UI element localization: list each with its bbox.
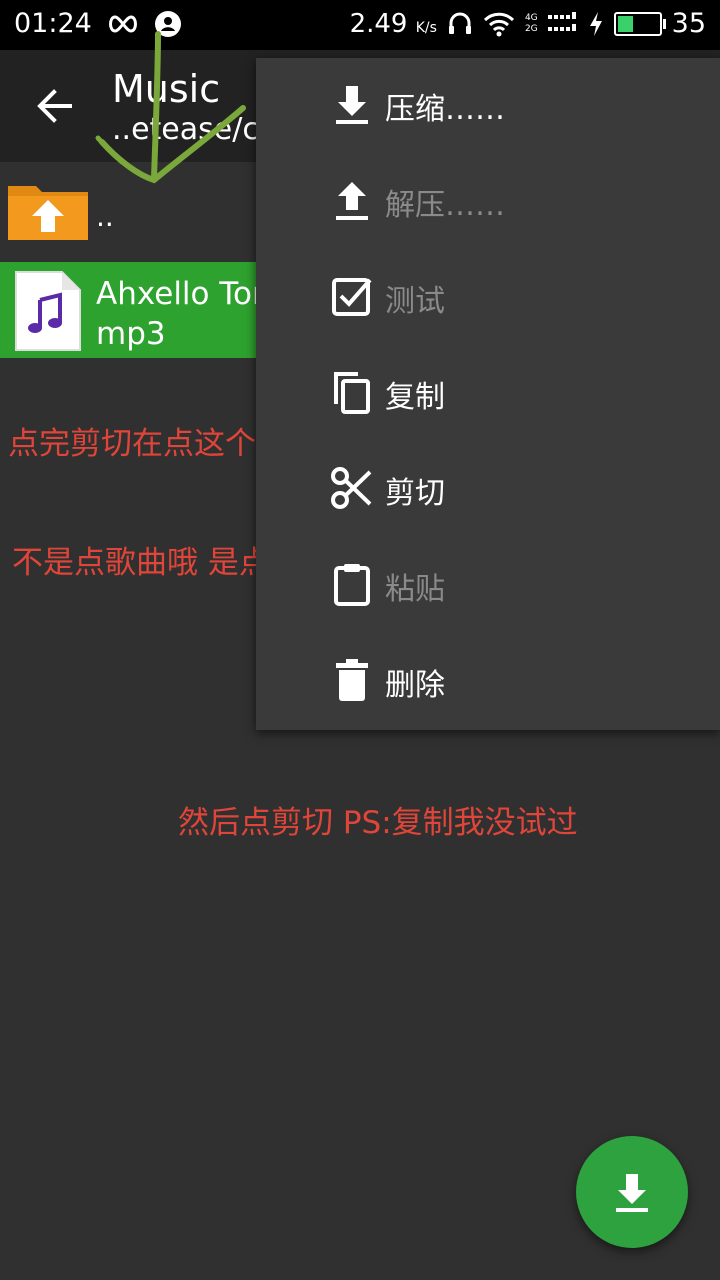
annotation-note-1: 点完剪切在点这个 — [8, 426, 256, 462]
clipboard-icon — [334, 564, 370, 606]
menu-label: 剪切 — [385, 476, 445, 511]
menu-item-paste[interactable]: 粘贴 — [256, 538, 720, 634]
battery-icon — [613, 11, 666, 36]
network-top: 4G — [524, 12, 538, 23]
menu-label: 压缩…… — [385, 92, 505, 127]
annotation-arrow — [95, 31, 246, 184]
wifi-icon — [483, 12, 514, 36]
menu-label: 测试 — [385, 284, 445, 319]
menu-item-test[interactable]: 测试 — [256, 250, 720, 346]
menu-label: 复制 — [385, 380, 445, 415]
music-file-icon — [15, 271, 81, 351]
trash-icon — [336, 659, 368, 701]
file-name-line1: Ahxello Tor — [96, 276, 265, 312]
file-name-line2: mp3 — [96, 316, 166, 352]
menu-label: 解压…… — [385, 188, 505, 223]
annotation-note-3: 然后点剪切 PS:复制我没试过 — [178, 805, 578, 841]
checkbox-icon — [332, 278, 372, 316]
back-arrow-icon[interactable] — [30, 80, 82, 132]
menu-item-copy[interactable]: 复制 — [256, 346, 720, 442]
net-speed-value: 2.49 — [349, 8, 408, 39]
upload-icon — [336, 182, 368, 220]
clock: 01:24 — [14, 8, 92, 39]
menu-item-compress[interactable]: 压缩…… — [256, 58, 720, 154]
battery-level — [617, 15, 634, 32]
menu-label: 粘贴 — [385, 572, 445, 607]
net-speed-unit: K/s — [415, 19, 437, 36]
folder-up-icon — [8, 186, 88, 240]
headset-icon — [448, 12, 471, 34]
download-icon — [616, 1174, 648, 1212]
battery-percent: 35 — [671, 8, 706, 39]
signal-bars-icon — [547, 11, 576, 31]
download-icon — [336, 86, 368, 124]
scissors-icon — [331, 467, 372, 509]
parent-directory-label: .. — [96, 200, 114, 233]
menu-item-extract[interactable]: 解压…… — [256, 154, 720, 250]
file-name: Ahxello Tor mp3 — [96, 274, 265, 354]
charging-icon — [589, 11, 602, 36]
signal-icon: 4G 2G — [525, 13, 538, 35]
menu-item-cut[interactable]: 剪切 — [256, 442, 720, 538]
extract-fab[interactable] — [576, 1136, 688, 1248]
menu-item-delete[interactable]: 删除 — [256, 634, 720, 730]
menu-label: 删除 — [385, 668, 445, 703]
network-bottom: 2G — [524, 23, 538, 34]
context-menu: 压缩…… 解压…… 测试 复制 剪切 粘贴 删除 — [256, 58, 720, 730]
copy-icon — [334, 372, 370, 414]
net-speed: 2.49 K/s — [350, 9, 437, 39]
